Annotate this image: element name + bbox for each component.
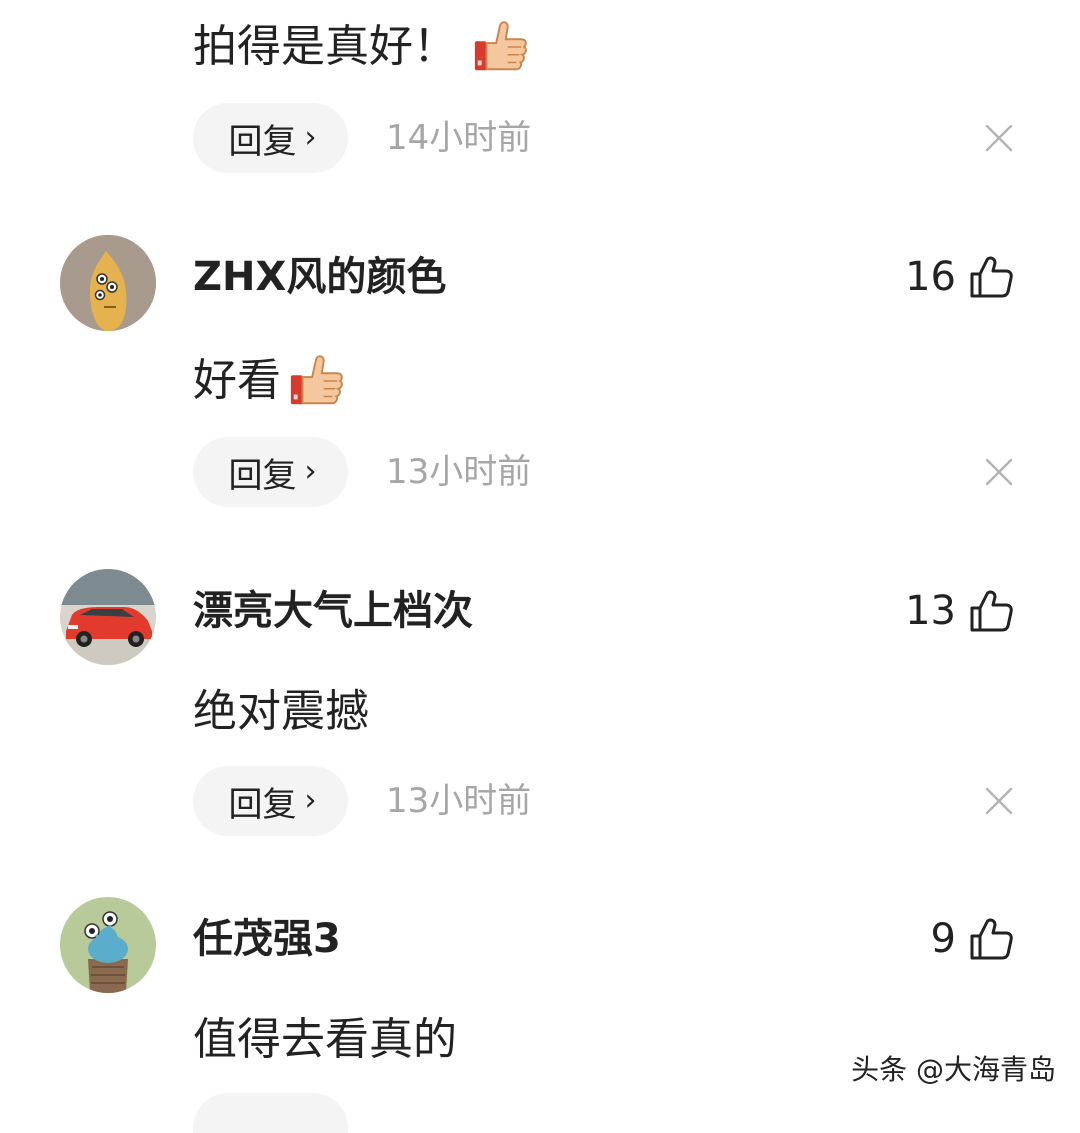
comment-text-content: 拍得是真好！ (193, 21, 457, 72)
close-icon[interactable] (984, 786, 1014, 816)
comment-text-content: 绝对震撼 (193, 686, 369, 737)
avatar-image (60, 235, 156, 331)
comment-text: 绝对震撼 (193, 686, 369, 738)
username[interactable]: ZHX风的颜色 (193, 251, 446, 303)
like-button[interactable]: 16 (905, 251, 1014, 303)
username[interactable]: 漂亮大气上档次 (193, 585, 473, 637)
watermark: 头条 @大海青岛 (851, 1053, 1056, 1086)
comment-text: 好看 (193, 352, 345, 410)
comment-text: 值得去看真的 (193, 1014, 457, 1066)
chevron-right-icon: › (304, 453, 317, 489)
comment-time: 13小时前 (386, 781, 532, 821)
reply-label: 回复 (228, 455, 297, 496)
like-count: 9 (930, 916, 956, 962)
comment-text: 拍得是真好！ (193, 18, 529, 76)
comment-time: 14小时前 (386, 118, 532, 158)
thumbs-up-emoji-icon (290, 355, 343, 405)
reply-label: 回复 (228, 784, 297, 825)
avatar[interactable] (60, 569, 156, 665)
username[interactable]: 任茂强3 (193, 913, 341, 965)
chevron-right-icon: › (304, 782, 317, 818)
like-count: 16 (905, 254, 956, 300)
comment-text-content: 值得去看真的 (193, 1014, 457, 1065)
thumbs-up-emoji-icon (474, 21, 527, 71)
reply-button[interactable]: 回复 › (193, 766, 348, 836)
thumbs-up-outline-icon (970, 590, 1013, 632)
avatar[interactable] (60, 897, 156, 993)
like-button[interactable]: 9 (931, 913, 1014, 965)
close-icon[interactable] (984, 457, 1014, 487)
reply-button[interactable]: 回复 › (193, 103, 348, 173)
thumbs-up-outline-icon (970, 918, 1013, 960)
avatar-image (60, 897, 156, 993)
like-count: 13 (905, 588, 956, 634)
comment-text-content: 好看 (193, 355, 281, 406)
avatar[interactable] (60, 235, 156, 331)
close-icon[interactable] (984, 123, 1014, 153)
like-button[interactable]: 13 (905, 585, 1014, 637)
thumbs-up-outline-icon (970, 256, 1013, 298)
reply-button[interactable] (193, 1093, 348, 1133)
reply-button[interactable]: 回复 › (193, 437, 348, 507)
avatar-image (60, 569, 156, 665)
comment-time: 13小时前 (386, 452, 532, 492)
chevron-right-icon: › (304, 119, 317, 155)
reply-label: 回复 (228, 121, 297, 162)
